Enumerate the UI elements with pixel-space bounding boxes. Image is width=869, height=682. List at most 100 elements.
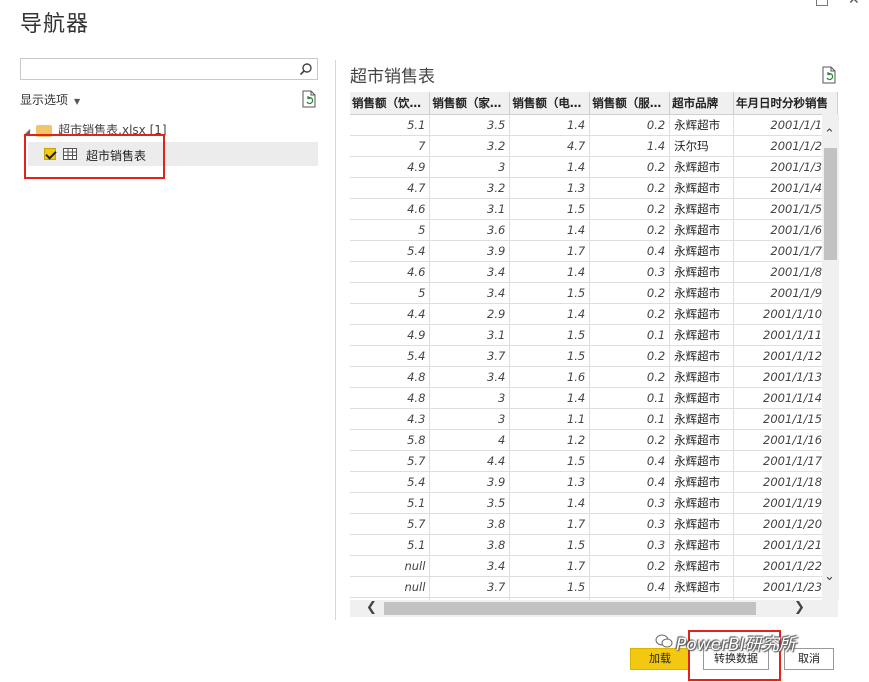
table-cell: 0.4	[589, 450, 671, 472]
table-cell: 永辉超市	[669, 429, 735, 451]
table-cell: 0.4	[589, 576, 671, 598]
table-cell: 1.4	[509, 261, 591, 283]
scroll-down-icon[interactable]: ⌄	[824, 570, 835, 584]
table-cell: 4.3	[350, 408, 431, 430]
table-cell: 1.1	[509, 408, 591, 430]
refresh-preview-icon[interactable]	[820, 66, 838, 84]
table-cell: 3	[429, 408, 511, 430]
table-cell: null	[350, 576, 431, 598]
table-cell: 永辉超市	[669, 576, 735, 598]
table-cell: 永辉超市	[669, 156, 735, 178]
horizontal-scroll-thumb[interactable]	[384, 602, 756, 615]
table-row: 5.4 3.9 1.3 0.4 永辉超市 2001/1/18 0	[350, 471, 838, 493]
search-icon[interactable]	[299, 62, 313, 76]
chevron-down-icon: ▼	[74, 97, 81, 106]
table-cell: 0.2	[589, 156, 671, 178]
table-cell: 3.1	[429, 324, 511, 346]
table-row: 5.1 3.8 1.5 0.3 永辉超市 2001/1/21 0	[350, 534, 838, 556]
table-cell: 4.9	[350, 156, 431, 178]
table-cell: 4.7	[350, 177, 431, 199]
search-input[interactable]	[20, 58, 318, 80]
table-cell: 2.9	[429, 303, 511, 325]
table-cell: 1.7	[509, 513, 591, 535]
table-cell: 1.5	[509, 198, 591, 220]
table-cell: 永辉超市	[669, 219, 735, 241]
table-cell: 3.4	[429, 261, 511, 283]
data-table: 销售额（饮… 销售额（家… 销售额（电… 销售额（服… 超市品牌 年月日时分秒销售 5.1…	[350, 92, 838, 600]
table-row: 5.7 4.4 1.5 0.4 永辉超市 2001/1/17 0	[350, 450, 838, 472]
table-cell: 0.4	[589, 240, 671, 262]
table-cell: 1.7	[509, 240, 591, 262]
table-cell: 0.2	[589, 177, 671, 199]
column-header[interactable]: 销售额（饮…	[350, 92, 431, 115]
table-row: 4.7 3.2 1.3 0.2 永辉超市 2001/1/4 0	[350, 177, 838, 199]
table-cell: 1.5	[509, 324, 591, 346]
table-cell: 永辉超市	[669, 534, 735, 556]
table-row: null 3.4 1.7 0.2 永辉超市 2001/1/22 0	[350, 555, 838, 577]
table-cell: 1.5	[509, 345, 591, 367]
table-cell: 1.4	[589, 135, 671, 157]
column-header[interactable]: 超市品牌	[669, 92, 735, 115]
table-cell: 永辉超市	[669, 282, 735, 304]
scroll-up-icon[interactable]: ⌃	[824, 128, 835, 142]
column-header[interactable]: 销售额（电…	[509, 92, 591, 115]
table-cell: 5.1	[350, 534, 431, 556]
table-cell: 3.2	[429, 135, 511, 157]
column-header[interactable]: 销售额（家…	[429, 92, 511, 115]
column-header[interactable]: 销售额（服…	[589, 92, 671, 115]
table-cell: 沃尔玛	[669, 135, 735, 157]
table-cell: null	[350, 555, 431, 577]
display-options-dropdown[interactable]: 显示选项 ▼	[20, 91, 80, 108]
table-cell: 永辉超市	[669, 198, 735, 220]
table-cell: 3.4	[429, 282, 511, 304]
vertical-scroll-thumb[interactable]	[824, 148, 837, 260]
table-row: 4.9 3.1 1.5 0.1 永辉超市 2001/1/11 0	[350, 324, 838, 346]
table-cell: 永辉超市	[669, 366, 735, 388]
scroll-left-icon[interactable]: ❮	[366, 601, 377, 615]
table-cell: 5.4	[350, 345, 431, 367]
preview-title: 超市销售表	[350, 67, 435, 87]
pane-divider[interactable]	[335, 60, 336, 620]
table-cell: 1.4	[509, 387, 591, 409]
table-cell: 1.7	[509, 555, 591, 577]
table-cell: 3.1	[429, 198, 511, 220]
display-options-label: 显示选项	[20, 93, 69, 107]
maximize-icon[interactable]	[816, 0, 828, 6]
table-cell: 3.9	[429, 240, 511, 262]
table-cell: 4	[429, 429, 511, 451]
table-cell: 永辉超市	[669, 513, 735, 535]
table-row: 5.1 3.5 1.4 0.3 永辉超市 2001/1/19 0	[350, 492, 838, 514]
table-cell: 0.1	[589, 408, 671, 430]
table-cell: 3	[429, 387, 511, 409]
window-title: 导航器	[20, 12, 90, 37]
table-cell: 0.2	[589, 282, 671, 304]
scroll-right-icon[interactable]: ❯	[794, 601, 805, 615]
table-cell: 0.3	[589, 534, 671, 556]
table-cell: 4.6	[350, 198, 431, 220]
table-cell: 4.9	[350, 324, 431, 346]
table-cell: 3.7	[429, 345, 511, 367]
table-row: 4.6 3.4 1.4 0.3 永辉超市 2001/1/8 0	[350, 261, 838, 283]
table-cell: 5	[350, 219, 431, 241]
table-cell: 1.4	[509, 114, 591, 136]
watermark: PowerBI研究所	[676, 635, 796, 655]
table-cell: 1.5	[509, 450, 591, 472]
table-cell: 1.5	[509, 534, 591, 556]
table-cell: 1.4	[509, 156, 591, 178]
table-cell: 0.1	[589, 324, 671, 346]
column-header[interactable]: 年月日时分秒销售	[733, 92, 838, 115]
table-cell: 永辉超市	[669, 345, 735, 367]
close-icon[interactable]: ✕	[848, 0, 860, 8]
table-cell: 3.5	[429, 492, 511, 514]
table-row: 4.6 3.1 1.5 0.2 永辉超市 2001/1/5 0	[350, 198, 838, 220]
table-cell: 5	[350, 282, 431, 304]
refresh-icon[interactable]	[300, 90, 318, 108]
table-row: 5.7 3.8 1.7 0.3 永辉超市 2001/1/20 0	[350, 513, 838, 535]
table-cell: 0.3	[589, 513, 671, 535]
table-row: 5 3.4 1.5 0.2 永辉超市 2001/1/9 0	[350, 282, 838, 304]
search-text[interactable]	[25, 60, 289, 80]
data-preview-grid[interactable]: 销售额（饮… 销售额（家… 销售额（电… 销售额（服… 超市品牌 年月日时分秒销售 5.1…	[350, 92, 838, 600]
table-cell: 永辉超市	[669, 240, 735, 262]
table-cell: 3.6	[429, 219, 511, 241]
table-cell: 5.8	[350, 429, 431, 451]
